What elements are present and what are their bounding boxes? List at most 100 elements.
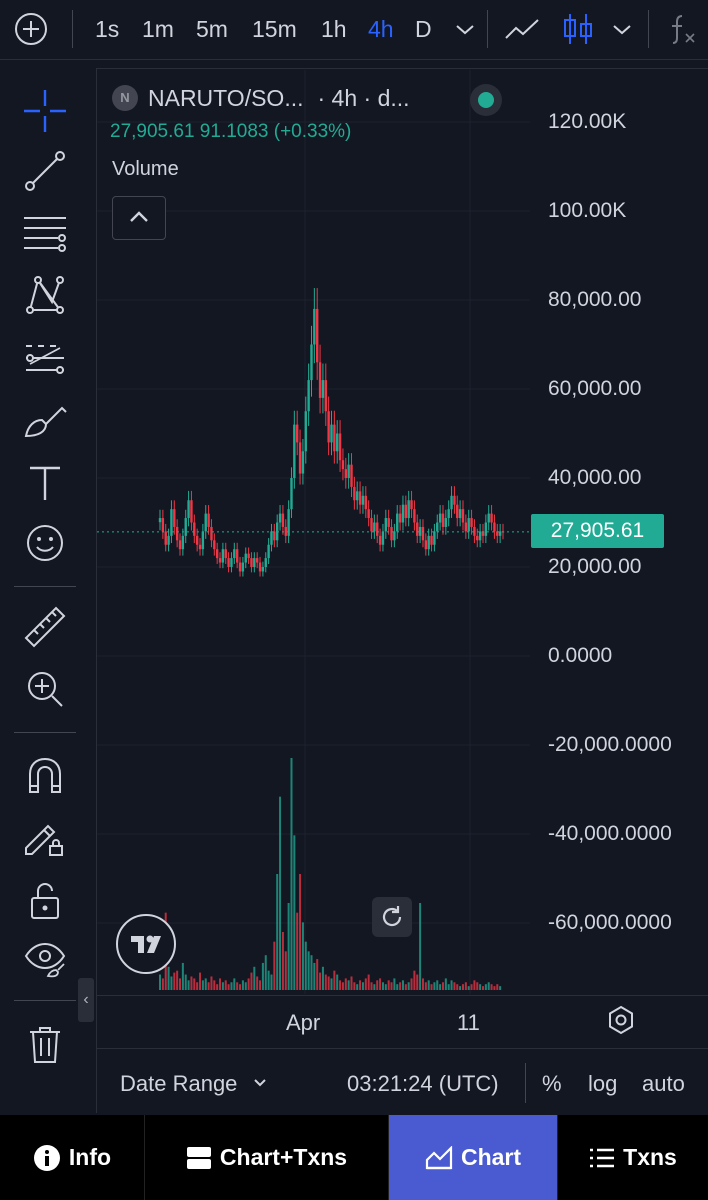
info-icon [33,1144,60,1171]
volume-bar [199,972,202,990]
candle-body [458,509,462,519]
reset-chart-button[interactable] [372,897,412,937]
candle-body [438,513,442,523]
volume-bar [187,980,190,990]
candle-body [321,380,325,398]
nav-info-label: Info [68,1144,112,1170]
candle-body [296,424,299,443]
candle-body [484,522,488,536]
symbol-legend[interactable]: N NARUTO/SO... · 4h · d... [112,82,410,114]
volume-bar [290,758,293,990]
volume-bar [493,986,496,990]
volume-bar [379,978,382,990]
volume-bar [281,932,284,990]
volume-bar [293,835,296,990]
split-view-icon [186,1146,211,1169]
candle-body [407,500,410,519]
nav-chart[interactable]: Chart [389,1115,558,1200]
volume-bar [287,903,290,990]
candle-body [278,513,282,523]
utc-clock[interactable]: 03:21:24 (UTC) [347,1071,499,1097]
price-tick-label: 100.00K [548,199,627,222]
candle-body [487,513,490,523]
nav-info[interactable]: Info [0,1115,145,1200]
volume-bar [253,966,256,990]
candle-body [393,531,396,541]
nav-chart-txns-label: Chart+Txns [219,1144,348,1170]
candle-body [316,308,319,363]
nav-chart-txns[interactable]: Chart+Txns [145,1115,389,1200]
candle-body [490,513,493,523]
chart-settings-icon[interactable] [605,1004,637,1036]
candle-body [384,518,388,532]
candle-body [498,531,502,536]
volume-bar [393,978,396,990]
auto-scale-toggle[interactable]: auto [642,1071,685,1097]
candle-body [230,558,233,567]
volume-bar [339,980,342,990]
candle-body [318,362,322,398]
collapse-legend-button[interactable] [112,196,166,240]
candle-body [336,433,339,452]
volume-bar [381,982,384,990]
volume-bar [301,922,304,990]
volume-bar [296,912,299,990]
candle-body [293,424,296,478]
last-price-tag: 27,905.61 [531,514,664,548]
candle-body [238,562,242,572]
log-scale-toggle[interactable]: log [588,1071,617,1097]
volume-bar [230,982,233,990]
candle-body [244,553,247,563]
volume-bar [239,984,242,990]
volume-bar [159,974,161,990]
volume-bar [447,984,450,990]
candle-body [310,344,313,381]
volume-bar [204,978,207,990]
volume-bar [196,982,199,990]
candle-body [218,558,222,563]
candle-body [330,424,333,443]
volume-bar [264,955,267,990]
candle-body [235,549,239,563]
candle-body [284,526,287,536]
volume-bar [184,974,187,990]
time-label-11: 11 [457,1010,480,1035]
volume-bar [396,984,399,990]
candle-body [427,535,430,550]
candle-body [270,531,273,545]
volume-bar [161,978,164,990]
chart-bottom-bar: Date Range 03:21:24 (UTC) % log auto [96,1048,708,1114]
candle-body [456,504,459,519]
volume-bar [259,980,262,990]
date-range-button[interactable]: Date Range [120,1071,237,1097]
volume-bar [453,982,456,990]
candle-body [253,558,256,567]
percent-scale-toggle[interactable]: % [542,1071,562,1097]
symbol-name[interactable]: NARUTO/SO... [148,85,304,112]
candle-body [390,526,393,541]
volume-bar [356,984,359,990]
chevron-down-icon[interactable] [250,1073,270,1093]
volume-bar [327,976,330,990]
market-status-indicator[interactable] [470,84,502,116]
volume-bar [219,978,222,990]
nav-txns[interactable]: Txns [558,1115,708,1200]
tv-logo-mark [131,935,161,953]
candle-body [273,531,276,541]
volume-bar [359,980,362,990]
volume-bar [330,978,333,990]
volume-bar [181,962,184,990]
volume-bar [333,970,336,990]
candle-body [195,535,199,545]
volume-indicator-label[interactable]: Volume [112,158,179,181]
bottom-navigation: Info Chart+Txns Chart Txns [0,1115,708,1200]
candle-body [347,464,350,478]
volume-bar [270,974,273,990]
volume-bar [427,980,430,990]
tradingview-logo[interactable] [116,914,176,974]
volume-bar [310,955,313,990]
candle-body [344,469,347,478]
candle-body [416,522,419,536]
candle-body [378,535,382,545]
volume-bar [413,970,416,990]
